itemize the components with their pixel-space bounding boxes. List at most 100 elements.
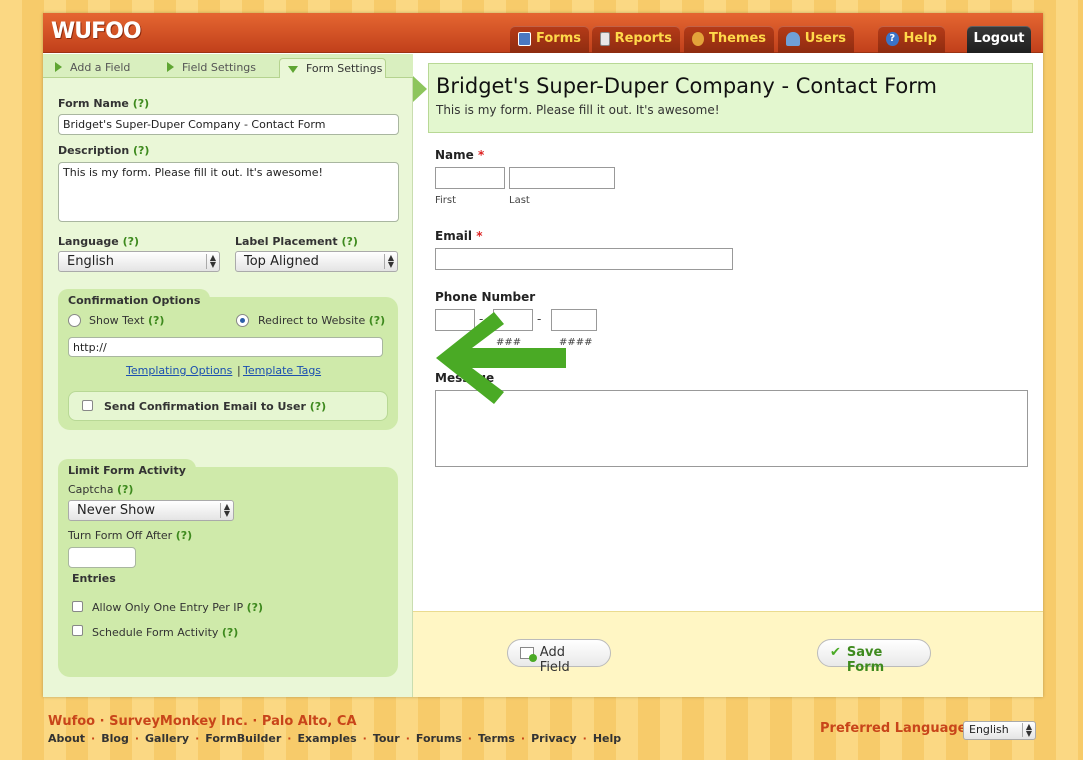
footer-link-forums[interactable]: Forums xyxy=(416,732,462,745)
preferred-language-label: Preferred Language : xyxy=(820,721,977,736)
green-arrow-icon xyxy=(436,312,566,404)
footer-link-help[interactable]: Help xyxy=(593,732,621,745)
logout-button[interactable]: Logout xyxy=(967,26,1031,53)
first-name-input[interactable] xyxy=(435,167,505,189)
form-actions-bar: Add Field ✔ Save Form xyxy=(413,611,1043,697)
footer-link-tour[interactable]: Tour xyxy=(373,732,400,745)
users-icon xyxy=(786,32,800,46)
footer-link-privacy[interactable]: Privacy xyxy=(531,732,577,745)
app-window: WUFOO Forms Reports Themes Users ? Help … xyxy=(43,13,1043,697)
send-email-label: Send Confirmation Email to User (?) xyxy=(104,400,327,413)
form-header[interactable]: Bridget's Super-Duper Company - Contact … xyxy=(428,63,1033,133)
help-link[interactable]: (?) xyxy=(310,400,326,413)
triangle-right-icon xyxy=(55,62,62,72)
redirect-label: Redirect to Website (?) xyxy=(258,314,386,327)
help-link[interactable]: (?) xyxy=(148,314,164,327)
language-label: Language (?) xyxy=(58,235,140,248)
limit-form-activity-box: Limit Form Activity Captcha (?) Never Sh… xyxy=(58,459,398,677)
last-sublabel: Last xyxy=(509,195,530,206)
email-input[interactable] xyxy=(435,248,733,270)
language-select[interactable]: English ▲ ▼ xyxy=(58,251,220,272)
brand-location: Palo Alto, CA xyxy=(261,714,357,729)
select-arrows-icon: ▲ ▼ xyxy=(383,254,394,269)
help-link[interactable]: (?) xyxy=(222,626,238,639)
tab-form-settings[interactable]: Form Settings xyxy=(279,58,386,78)
nav-users[interactable]: Users xyxy=(778,26,854,53)
header-pointer-icon xyxy=(413,76,427,102)
redirect-url-input[interactable]: http:// xyxy=(68,337,383,357)
forms-icon xyxy=(518,32,532,46)
reports-icon xyxy=(600,32,610,46)
footer-link-blog[interactable]: Blog xyxy=(101,732,129,745)
one-entry-checkbox[interactable] xyxy=(72,601,83,612)
nav-forms[interactable]: Forms xyxy=(510,26,589,53)
email-field-label: Email * xyxy=(435,229,483,243)
brand-surveymonkey[interactable]: SurveyMonkey Inc. xyxy=(109,714,248,729)
one-entry-label: Allow Only One Entry Per IP (?) xyxy=(92,601,264,614)
captcha-select[interactable]: Never Show ▲ ▼ xyxy=(68,500,234,521)
top-header: WUFOO Forms Reports Themes Users ? Help … xyxy=(43,13,1043,53)
help-link[interactable]: (?) xyxy=(341,235,357,248)
show-text-radio[interactable] xyxy=(68,314,81,327)
help-link[interactable]: (?) xyxy=(247,601,263,614)
form-name-label: Form Name (?) xyxy=(58,97,150,110)
triangle-down-icon xyxy=(288,66,298,73)
tab-field-settings[interactable]: Field Settings xyxy=(155,58,256,78)
schedule-label: Schedule Form Activity (?) xyxy=(92,626,239,639)
redirect-radio[interactable] xyxy=(236,314,249,327)
wufoo-logo[interactable]: WUFOO xyxy=(51,19,142,44)
form-description: This is my form. Please fill it out. It'… xyxy=(436,103,720,117)
panel-tabs: Add a Field Field Settings Form Settings xyxy=(43,54,413,78)
send-email-row: Send Confirmation Email to User (?) xyxy=(68,391,388,421)
captcha-label: Captcha (?) xyxy=(68,483,134,496)
form-name-input[interactable]: Bridget's Super-Duper Company - Contact … xyxy=(58,114,399,135)
footer-link-terms[interactable]: Terms xyxy=(478,732,515,745)
form-title: Bridget's Super-Duper Company - Contact … xyxy=(436,74,937,98)
nav-themes[interactable]: Themes xyxy=(684,26,774,53)
help-link[interactable]: (?) xyxy=(133,97,149,110)
brand-wufoo[interactable]: Wufoo xyxy=(48,714,95,729)
help-link[interactable]: (?) xyxy=(369,314,385,327)
help-link[interactable]: (?) xyxy=(176,529,192,542)
save-form-button[interactable]: ✔ Save Form xyxy=(817,639,931,675)
select-arrows-icon: ▲ ▼ xyxy=(205,254,216,269)
footer-link-gallery[interactable]: Gallery xyxy=(145,732,189,745)
footer-brand: Wufoo · SurveyMonkey Inc. · Palo Alto, C… xyxy=(48,714,357,729)
nav-help[interactable]: ? Help xyxy=(878,26,945,53)
add-field-icon xyxy=(520,647,537,662)
link-separator: | xyxy=(237,364,241,377)
description-textarea[interactable]: This is my form. Please fill it out. It'… xyxy=(58,162,399,222)
send-email-checkbox[interactable] xyxy=(82,400,93,411)
last-name-input[interactable] xyxy=(509,167,615,189)
footer-link-about[interactable]: About xyxy=(48,732,85,745)
schedule-checkbox[interactable] xyxy=(72,625,83,636)
name-field-label: Name * xyxy=(435,148,485,162)
tab-add-field[interactable]: Add a Field xyxy=(43,58,130,78)
footer-link-formbuilder[interactable]: FormBuilder xyxy=(205,732,281,745)
select-arrows-icon: ▲ ▼ xyxy=(1021,723,1032,738)
preferred-language-select[interactable]: English ▲ ▼ xyxy=(963,721,1036,740)
phone-field-label: Phone Number xyxy=(435,290,536,304)
label-placement-label: Label Placement (?) xyxy=(235,235,358,248)
confirmation-options-box: Confirmation Options Show Text (?) Redir… xyxy=(58,289,398,430)
limit-form-activity-title: Limit Form Activity xyxy=(58,459,196,479)
entries-label: Entries xyxy=(72,572,116,585)
template-tags-link[interactable]: Template Tags xyxy=(243,364,321,377)
label-placement-select[interactable]: Top Aligned ▲ ▼ xyxy=(235,251,398,272)
help-link[interactable]: (?) xyxy=(123,235,139,248)
nav-reports[interactable]: Reports xyxy=(592,26,680,53)
footer-link-examples[interactable]: Examples xyxy=(297,732,356,745)
turn-off-label: Turn Form Off After (?) xyxy=(68,529,193,542)
settings-panel: Add a Field Field Settings Form Settings… xyxy=(43,54,413,697)
add-field-button[interactable]: Add Field xyxy=(507,639,611,675)
triangle-right-icon xyxy=(167,62,174,72)
show-text-label: Show Text (?) xyxy=(89,314,165,327)
themes-icon xyxy=(692,32,704,46)
confirmation-options-title: Confirmation Options xyxy=(58,289,211,309)
help-icon: ? xyxy=(886,32,899,46)
help-link[interactable]: (?) xyxy=(133,144,149,157)
templating-options-link[interactable]: Templating Options xyxy=(126,364,232,377)
turn-off-entries-input[interactable] xyxy=(68,547,136,568)
help-link[interactable]: (?) xyxy=(117,483,133,496)
select-arrows-icon: ▲ ▼ xyxy=(219,503,230,518)
